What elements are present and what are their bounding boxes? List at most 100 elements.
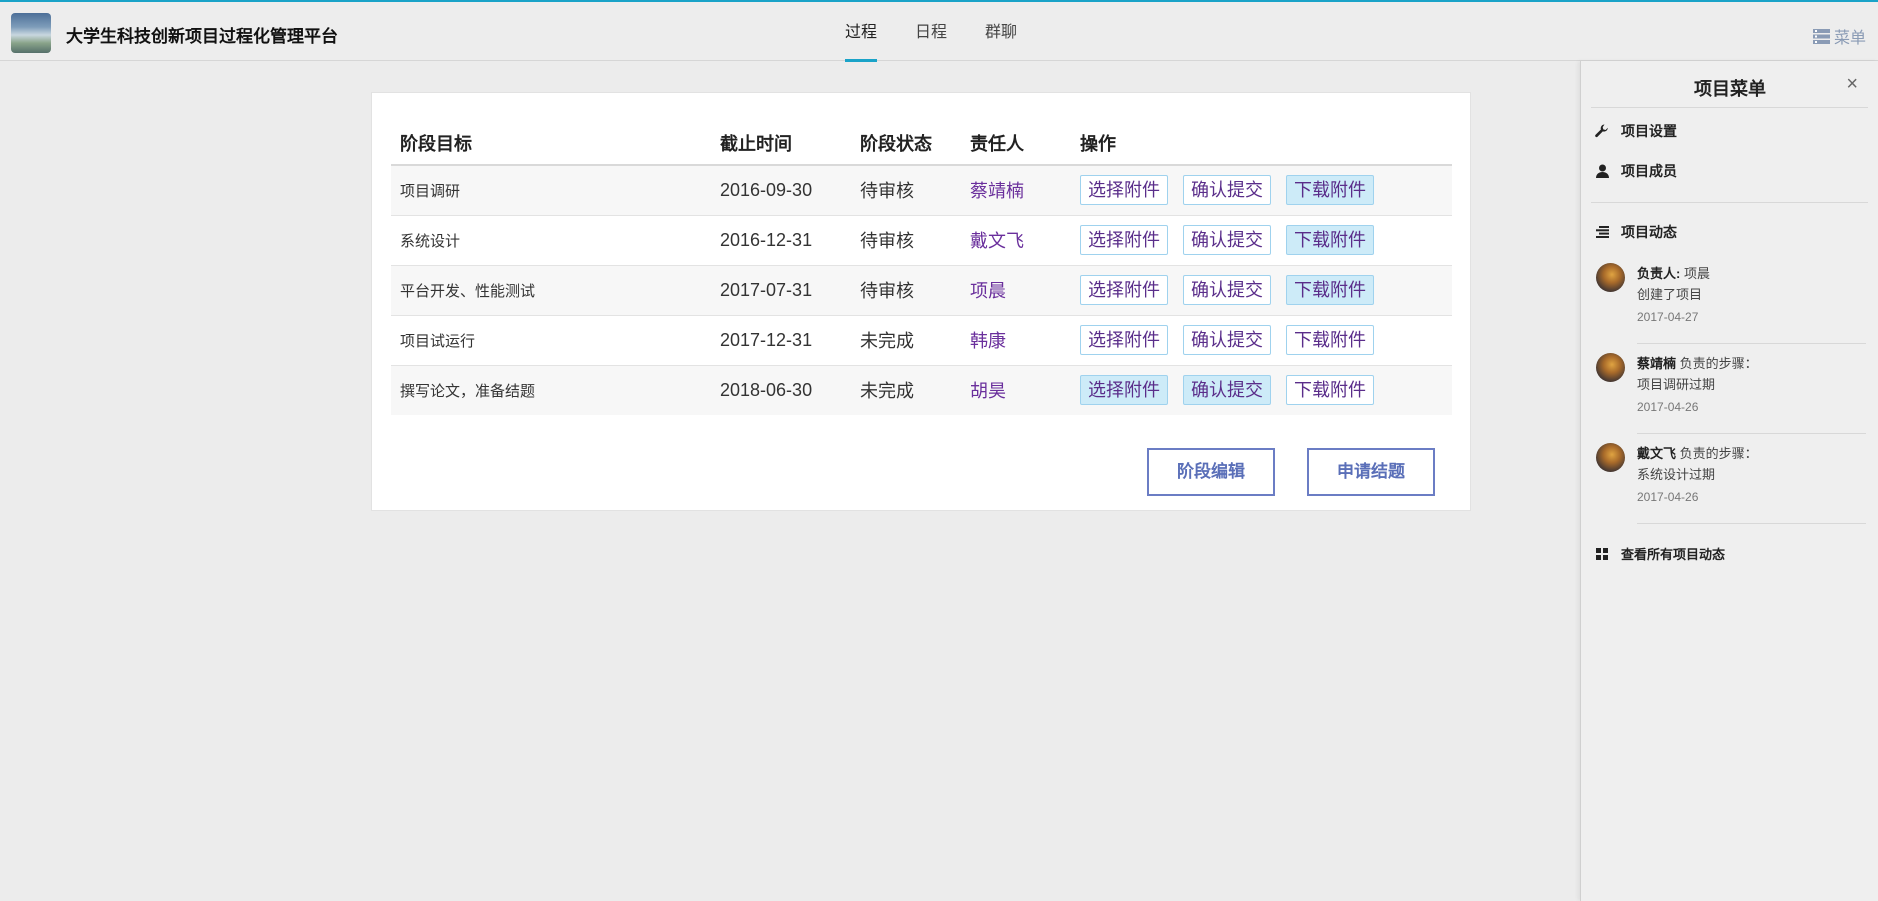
menu-label: 菜单 [1833, 30, 1866, 47]
stage-status: 待审核 [851, 265, 961, 316]
activity-date: 2017-04-26 [1637, 490, 1699, 504]
activity-user-suffix: 负责的步骤： [1676, 446, 1758, 461]
tab-group-chat[interactable]: 群聊 [985, 2, 1017, 61]
menu-item-label: 项目设置 [1621, 123, 1677, 139]
user-icon [1595, 164, 1609, 178]
select-attachment-button[interactable]: 选择附件 [1080, 225, 1168, 255]
confirm-submit-button[interactable]: 确认提交 [1183, 375, 1271, 406]
confirm-submit-button[interactable]: 确认提交 [1183, 175, 1271, 206]
view-all-activity-link[interactable]: 查看所有项目动态 [1595, 544, 1725, 563]
main-nav: 过程 日程 群聊 [845, 2, 1055, 62]
select-attachment-button[interactable]: 选择附件 [1080, 175, 1168, 206]
activity-desc: 创建了项目 [1637, 287, 1703, 302]
edit-stage-button[interactable]: 阶段编辑 [1147, 448, 1275, 496]
download-attachment-button[interactable]: 下载附件 [1286, 375, 1374, 406]
confirm-submit-button[interactable]: 确认提交 [1183, 225, 1271, 255]
stage-goal: 平台开发、性能测试 [391, 265, 711, 316]
stage-deadline: 2017-12-31 [711, 315, 851, 366]
table-row: 系统设计 2016-12-31 待审核 戴文飞 选择附件 确认提交 下载附件 [391, 215, 1452, 266]
activity-item: 负责人: 项晨 创建了项目 2017-04-27 [1596, 263, 1866, 353]
stage-actions: 选择附件 确认提交 下载附件 [1071, 265, 1452, 316]
table-row: 撰写论文，准备结题 2018-06-30 未完成 胡昊 选择附件 确认提交 下载附件 [391, 365, 1452, 415]
stage-actions: 选择附件 确认提交 下载附件 [1071, 315, 1452, 366]
stage-goal: 项目调研 [391, 165, 711, 216]
table-row: 项目试运行 2017-12-31 未完成 韩康 选择附件 确认提交 下载附件 [391, 315, 1452, 366]
table-row: 项目调研 2016-09-30 待审核 蔡靖楠 选择附件 确认提交 下载附件 [391, 165, 1452, 216]
download-attachment-button[interactable]: 下载附件 [1286, 275, 1374, 305]
download-attachment-button[interactable]: 下载附件 [1286, 325, 1374, 355]
stage-goal: 项目试运行 [391, 315, 711, 366]
stage-owner[interactable]: 韩康 [961, 315, 1071, 366]
confirm-submit-button[interactable]: 确认提交 [1183, 275, 1271, 305]
stage-actions: 选择附件 确认提交 下载附件 [1071, 365, 1452, 415]
activity-user-suffix: 负责的步骤： [1676, 356, 1758, 371]
stage-actions: 选择附件 确认提交 下载附件 [1071, 215, 1452, 266]
stage-deadline: 2017-07-31 [711, 265, 851, 316]
divider [1637, 523, 1866, 524]
stage-deadline: 2016-09-30 [711, 165, 851, 216]
stage-deadline: 2018-06-30 [711, 365, 851, 415]
col-header-deadline: 截止时间 [711, 122, 851, 166]
stage-status: 待审核 [851, 165, 961, 216]
divider [1591, 107, 1868, 108]
table-row: 平台开发、性能测试 2017-07-31 待审核 项晨 选择附件 确认提交 下载附件 [391, 265, 1452, 316]
col-header-goal: 阶段目标 [391, 122, 711, 166]
menu-list-icon [1812, 28, 1830, 44]
divider [1637, 343, 1866, 344]
stage-deadline: 2016-12-31 [711, 215, 851, 266]
stage-owner[interactable]: 戴文飞 [961, 215, 1071, 266]
download-attachment-button[interactable]: 下载附件 [1286, 225, 1374, 255]
stage-status: 未完成 [851, 365, 961, 415]
menu-item-project-members[interactable]: 项目成员 [1595, 161, 1677, 181]
grid-icon [1595, 547, 1609, 560]
activity-desc: 项目调研过期 [1637, 377, 1716, 392]
stage-owner[interactable]: 胡昊 [961, 365, 1071, 415]
activity-date: 2017-04-27 [1637, 310, 1699, 324]
view-all-label: 查看所有项目动态 [1621, 547, 1726, 562]
activity-user: 蔡靖楠 [1637, 356, 1677, 371]
avatar[interactable] [1596, 263, 1625, 292]
activity-desc: 系统设计过期 [1637, 467, 1716, 482]
select-attachment-button[interactable]: 选择附件 [1080, 325, 1168, 355]
activity-user: 戴文飞 [1637, 446, 1677, 461]
panel-title: 项目菜单 [1694, 79, 1766, 99]
stage-table: 阶段目标 截止时间 阶段状态 责任人 操作 项目调研 2016-09-30 待审… [391, 122, 1452, 415]
top-bar: 大学生科技创新项目过程化管理平台 过程 日程 群聊 菜单 [0, 0, 1878, 62]
select-attachment-button[interactable]: 选择附件 [1080, 275, 1168, 305]
stage-owner[interactable]: 项晨 [961, 265, 1071, 316]
activity-item: 蔡靖楠 负责的步骤： 项目调研过期 2017-04-26 [1596, 353, 1866, 443]
stage-goal: 撰写论文，准备结题 [391, 365, 711, 415]
avatar[interactable] [1596, 353, 1625, 382]
download-attachment-button[interactable]: 下载附件 [1286, 175, 1374, 206]
apply-close-button[interactable]: 申请结题 [1307, 448, 1435, 496]
activity-date: 2017-04-26 [1637, 400, 1699, 414]
col-header-actions: 操作 [1071, 122, 1452, 166]
tab-schedule[interactable]: 日程 [915, 2, 947, 61]
table-header-row: 阶段目标 截止时间 阶段状态 责任人 操作 [391, 122, 1452, 166]
activity-user: 负责人: [1637, 266, 1681, 281]
menu-item-label: 项目成员 [1621, 163, 1677, 179]
stage-goal: 系统设计 [391, 215, 711, 266]
activity-item: 戴文飞 负责的步骤： 系统设计过期 2017-04-26 [1596, 443, 1866, 533]
tab-process[interactable]: 过程 [845, 2, 878, 62]
menu-button[interactable]: 菜单 [1812, 24, 1866, 48]
stage-status: 未完成 [851, 315, 961, 366]
stage-card: 阶段目标 截止时间 阶段状态 责任人 操作 项目调研 2016-09-30 待审… [371, 92, 1471, 511]
wrench-icon [1595, 124, 1609, 138]
stage-status: 待审核 [851, 215, 961, 266]
confirm-submit-button[interactable]: 确认提交 [1183, 325, 1271, 355]
avatar[interactable] [1596, 443, 1625, 472]
col-header-status: 阶段状态 [851, 122, 961, 166]
project-menu-panel: 项目菜单 × 项目设置 项目成员 项目动态 负责人: 项晨 创建了项目 2017… [1580, 61, 1878, 901]
menu-item-label: 项目动态 [1621, 224, 1677, 240]
close-icon[interactable]: × [1846, 73, 1858, 96]
app-logo[interactable] [11, 13, 51, 53]
col-header-owner: 责任人 [961, 122, 1071, 166]
select-attachment-button[interactable]: 选择附件 [1080, 375, 1168, 406]
menu-item-project-settings[interactable]: 项目设置 [1595, 121, 1677, 141]
stage-actions: 选择附件 确认提交 下载附件 [1071, 165, 1452, 216]
app-title: 大学生科技创新项目过程化管理平台 [66, 27, 338, 46]
menu-item-project-activity[interactable]: 项目动态 [1595, 222, 1677, 242]
divider [1637, 433, 1866, 434]
stage-owner[interactable]: 蔡靖楠 [961, 165, 1071, 216]
